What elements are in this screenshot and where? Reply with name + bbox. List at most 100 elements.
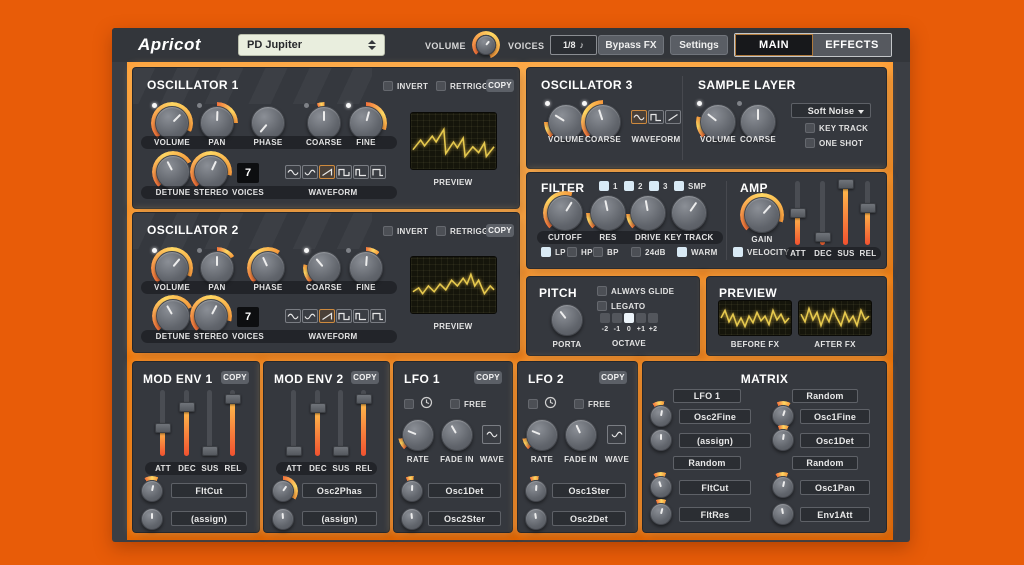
octave-plus2-button[interactable]	[648, 313, 658, 323]
matrix-target-dropdown[interactable]: (assign)	[679, 433, 751, 448]
osc2-phase-knob[interactable]	[251, 251, 285, 285]
lfo1-target2-dropdown[interactable]: Osc2Ster	[428, 511, 501, 526]
waveform-saw-button[interactable]	[665, 110, 681, 124]
osc2-copy-button[interactable]: COPY	[486, 224, 514, 237]
matrix-target-dropdown[interactable]: Osc1Pan	[800, 480, 870, 495]
filter-keytrack-knob[interactable]	[671, 195, 707, 231]
modenv2-target2-dropdown[interactable]: (assign)	[302, 511, 377, 526]
bypass-fx-button[interactable]: Bypass FX	[598, 35, 664, 55]
tab-effects[interactable]: EFFECTS	[813, 34, 891, 56]
osc1-pan-knob[interactable]	[200, 106, 234, 140]
osc1-fine-knob[interactable]	[349, 106, 383, 140]
filter-24db-checkbox[interactable]: 24dB	[631, 247, 666, 257]
matrix-amount-knob[interactable]	[772, 476, 794, 498]
osc2-pan-knob[interactable]	[200, 251, 234, 285]
amp-velocity-checkbox[interactable]: VELOCITY	[733, 247, 789, 257]
filter-route-3-checkbox[interactable]: 3	[649, 181, 668, 191]
matrix-source3-dropdown[interactable]: Random	[673, 456, 741, 470]
modenv1-copy-button[interactable]: COPY	[221, 371, 249, 384]
waveform-square-button[interactable]	[336, 165, 352, 179]
master-volume-knob[interactable]	[476, 35, 496, 55]
filter-lp-checkbox[interactable]: LP	[541, 247, 566, 257]
lfo2-sync-checkbox[interactable]	[528, 399, 538, 409]
amp-rel-slider[interactable]	[860, 181, 876, 245]
waveform-square-button[interactable]	[336, 309, 352, 323]
matrix-amount-knob[interactable]	[650, 476, 672, 498]
matrix-target-dropdown[interactable]: FltRes	[679, 507, 751, 522]
modenv1-rel-slider[interactable]	[225, 390, 241, 456]
matrix-amount-knob[interactable]	[772, 405, 794, 427]
osc1-detune-knob[interactable]	[156, 155, 190, 189]
tab-main[interactable]: MAIN	[735, 34, 813, 56]
modenv2-att-slider[interactable]	[286, 390, 302, 456]
filter-warm-checkbox[interactable]: WARM	[677, 247, 718, 257]
filter-cutoff-knob[interactable]	[547, 195, 583, 231]
sample-oneshot-checkbox[interactable]: ONE SHOT	[805, 138, 863, 148]
octave-plus1-button[interactable]	[636, 313, 646, 323]
waveform-sine2-button[interactable]	[302, 309, 318, 323]
filter-bp-checkbox[interactable]: BP	[593, 247, 619, 257]
octave-minus2-button[interactable]	[600, 313, 610, 323]
lfo-wave-sine-button[interactable]	[482, 425, 501, 444]
osc1-volume-knob[interactable]	[155, 106, 189, 140]
osc2-coarse-knob[interactable]	[307, 251, 341, 285]
filter-route-2-checkbox[interactable]: 2	[624, 181, 643, 191]
matrix-target-dropdown[interactable]: Osc1Fine	[800, 409, 870, 424]
modenv2-dec-slider[interactable]	[310, 390, 326, 456]
lfo2-rate-knob[interactable]	[526, 419, 558, 451]
modenv2-amount1-knob[interactable]	[272, 480, 294, 502]
modenv1-target2-dropdown[interactable]: (assign)	[171, 511, 247, 526]
pitch-porta-knob[interactable]	[551, 304, 583, 336]
lfo-wave-sine-button[interactable]	[607, 425, 626, 444]
waveform-saw-button[interactable]	[319, 309, 335, 323]
lfo1-fadein-knob[interactable]	[441, 419, 473, 451]
lfo1-copy-button[interactable]: COPY	[474, 371, 502, 384]
lfo2-free-checkbox[interactable]: FREE	[574, 399, 611, 409]
matrix-amount-knob[interactable]	[772, 503, 794, 525]
osc2-fine-knob[interactable]	[349, 251, 383, 285]
pitch-alwaysglide-checkbox[interactable]: ALWAYS GLIDE	[597, 286, 674, 296]
preset-selector[interactable]: PD Jupiter	[238, 34, 385, 56]
modenv2-target1-dropdown[interactable]: Osc2Phas	[302, 483, 377, 498]
settings-button[interactable]: Settings	[670, 35, 728, 55]
modenv2-sus-slider[interactable]	[333, 390, 349, 456]
waveform-sine-button[interactable]	[631, 110, 647, 124]
amp-dec-slider[interactable]	[815, 181, 831, 245]
lfo1-target1-dropdown[interactable]: Osc1Det	[428, 483, 501, 498]
amp-att-slider[interactable]	[790, 181, 806, 245]
amp-gain-knob[interactable]	[744, 197, 780, 233]
osc1-voices-value[interactable]: 7	[237, 163, 259, 183]
waveform-sine-button[interactable]	[285, 165, 301, 179]
osc1-copy-button[interactable]: COPY	[486, 79, 514, 92]
waveform-saw-button[interactable]	[319, 165, 335, 179]
osc2-detune-knob[interactable]	[156, 299, 190, 333]
modenv1-att-slider[interactable]	[155, 390, 171, 456]
lfo1-amount2-knob[interactable]	[401, 508, 423, 530]
sample-preset-dropdown[interactable]: Soft Noise	[791, 103, 871, 118]
waveform-pulse75-button[interactable]	[370, 165, 386, 179]
osc2-volume-knob[interactable]	[155, 251, 189, 285]
matrix-target-dropdown[interactable]: Env1Att	[800, 507, 870, 522]
matrix-amount-knob[interactable]	[650, 429, 672, 451]
modenv1-sus-slider[interactable]	[202, 390, 218, 456]
modenv2-amount2-knob[interactable]	[272, 508, 294, 530]
matrix-source1-dropdown[interactable]: LFO 1	[673, 389, 741, 403]
waveform-sine2-button[interactable]	[302, 165, 318, 179]
matrix-target-dropdown[interactable]: Osc2Fine	[679, 409, 751, 424]
filter-hp-checkbox[interactable]: HP	[567, 247, 593, 257]
lfo2-amount2-knob[interactable]	[525, 508, 547, 530]
modenv1-amount1-knob[interactable]	[141, 480, 163, 502]
matrix-amount-knob[interactable]	[650, 503, 672, 525]
lfo2-copy-button[interactable]: COPY	[599, 371, 627, 384]
lfo1-rate-knob[interactable]	[402, 419, 434, 451]
lfo2-fadein-knob[interactable]	[565, 419, 597, 451]
lfo1-free-checkbox[interactable]: FREE	[450, 399, 487, 409]
osc1-invert-checkbox[interactable]: INVERT	[383, 81, 428, 91]
matrix-source4-dropdown[interactable]: Random	[792, 456, 858, 470]
matrix-target-dropdown[interactable]: Osc1Det	[800, 433, 870, 448]
pitch-legato-checkbox[interactable]: LEGATO	[597, 301, 645, 311]
lfo2-amount1-knob[interactable]	[525, 480, 547, 502]
waveform-sine-button[interactable]	[285, 309, 301, 323]
lfo2-target2-dropdown[interactable]: Osc2Det	[552, 511, 626, 526]
lfo1-amount1-knob[interactable]	[401, 480, 423, 502]
